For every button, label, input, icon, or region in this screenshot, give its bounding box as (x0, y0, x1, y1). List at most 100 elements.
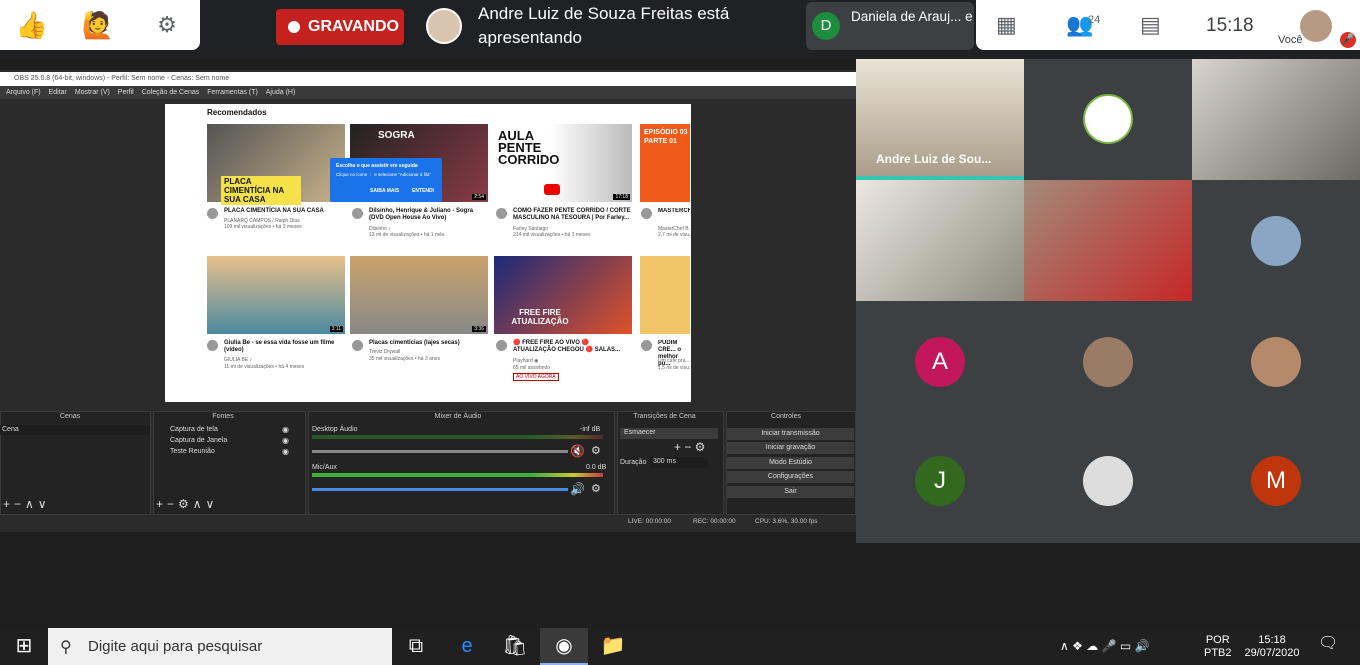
mute-icon[interactable]: 🔇 (570, 444, 585, 458)
tooltip-text: Clique no ícone ⋮ e selecione "Adicionar… (336, 172, 431, 177)
start-recording-button[interactable]: Iniciar gravação (727, 442, 854, 454)
participant-tile[interactable]: Andre Luiz de Sou... (856, 59, 1024, 180)
video-thumbnail[interactable]: EPISÓDIO 03 PARTE 01 (640, 124, 690, 202)
chrome-icon[interactable]: ◉ (540, 628, 588, 665)
volume-slider[interactable] (312, 488, 568, 491)
search-input[interactable]: Digite aqui para pesquisar (48, 628, 392, 665)
source-item[interactable]: Teste Reunião (170, 447, 215, 457)
thumbnail-text: FREE FIRE ATUALIZAÇÃO (511, 308, 569, 326)
avatar (352, 340, 363, 351)
others-text: Daniela de Arauj... e mais 9 (851, 9, 973, 24)
video-title[interactable]: Placas cimentícias (lajes secas) (369, 340, 487, 347)
duration-badge: 3:36 (472, 326, 486, 332)
video-thumbnail[interactable]: FREE FIRE ATUALIZAÇÃO (494, 256, 632, 334)
video-meta: 11 mi de visualizações • há 4 meses (224, 364, 305, 370)
audio-channel-label: Mic/Aux (312, 464, 337, 471)
keyboard-layout: PTB2 (1204, 647, 1232, 659)
video-title[interactable]: Dilsinho, Henrique & Juliano - Sogra (DV… (369, 208, 487, 222)
language-indicator[interactable]: POR PTB2 (1204, 634, 1232, 660)
tray-icons[interactable]: ∧ ❖ ☁ 🎤 ▭ 🔊 (1060, 640, 1149, 653)
video-title[interactable]: PLACA CIMENTÍCIA NA SUA CASA (224, 208, 342, 215)
avatar: J (915, 456, 965, 506)
thumbs-up-icon[interactable]: 👍 (12, 0, 52, 50)
video-channel: Treviz Drywall (369, 349, 401, 355)
menu-item[interactable]: Coleção de Cenas (142, 89, 200, 96)
audio-level: -inf dB (580, 426, 601, 433)
video-thumbnail[interactable]: 3:36 (350, 256, 488, 334)
video-title[interactable]: COMO FAZER PENTE CORRIDO / CORTE MASCULI… (513, 208, 631, 222)
exit-button[interactable]: Sair (727, 486, 854, 498)
participant-tile[interactable] (1024, 59, 1192, 180)
transition-select[interactable]: Esmaecer (620, 428, 718, 439)
menu-item[interactable]: Editar (49, 89, 67, 96)
scene-toolbar[interactable]: +−∧∨ (3, 497, 51, 511)
participant-tile[interactable]: A (856, 301, 1024, 422)
video-title[interactable]: MASTERCHEF... PARTE 3 | E... (658, 208, 690, 215)
edge-icon[interactable]: e (443, 628, 491, 665)
raise-hand-icon[interactable]: 🙋 (78, 0, 118, 50)
got-it-button[interactable]: ENTENDI (412, 188, 434, 194)
gear-icon[interactable]: ⚙ (147, 0, 187, 50)
learn-more-button[interactable]: SAIBA MAIS (370, 188, 399, 194)
avatar: D (812, 12, 840, 40)
video-thumbnail[interactable]: PLACA CIMENTÍCIA NA SUA CASA (207, 124, 345, 205)
volume-slider[interactable] (312, 450, 568, 453)
source-item[interactable]: Captura de Janela (170, 436, 227, 446)
dock-title: Mixer de Áudio (434, 413, 482, 420)
video-thumbnail[interactable] (640, 256, 690, 334)
menu-item[interactable]: Ajuda (H) (266, 89, 296, 96)
youtube-play-icon (544, 184, 560, 195)
menu-item[interactable]: Mostrar (V) (75, 89, 110, 96)
eye-icon[interactable]: ◉ ◉ ◉ (282, 424, 289, 457)
taskbar-time: 15:18 (1258, 634, 1286, 646)
task-view-icon[interactable]: ⧉ (392, 628, 440, 665)
participant-tile[interactable] (1192, 59, 1360, 180)
video-title[interactable]: Giulia Be - se essa vida fosse um filme … (224, 340, 342, 354)
file-explorer-icon[interactable]: 📁 (589, 628, 637, 665)
avatar[interactable] (1300, 10, 1332, 42)
studio-mode-button[interactable]: Modo Estúdio (727, 457, 854, 469)
participant-tile[interactable] (1192, 301, 1360, 422)
menu-item[interactable]: Ferramentas (T) (207, 89, 258, 96)
source-toolbar[interactable]: +−⚙∧∨ (156, 497, 218, 511)
duration-input[interactable]: 300 ms (650, 457, 708, 468)
avatar (207, 340, 218, 351)
gear-icon[interactable]: ⚙ (591, 444, 601, 457)
taskbar-clock[interactable]: 15:18 29/07/2020 (1242, 634, 1302, 660)
gear-icon[interactable]: ⚙ (591, 482, 601, 495)
start-streaming-button[interactable]: Iniciar transmissão (727, 428, 854, 440)
scene-item[interactable]: Cena (0, 425, 150, 435)
speaker-icon[interactable]: 🔊 (570, 482, 585, 496)
video-title[interactable]: 🔴 FREE FIRE AO VIVO 🔴 ATUALIZAÇÃO CHEGOU… (513, 340, 631, 354)
participants-count: 24 (1088, 14, 1101, 26)
source-item[interactable]: Captura de tela (170, 425, 218, 435)
participant-tile[interactable]: M (1192, 422, 1360, 543)
windows-start-icon[interactable]: ⊞ (0, 628, 48, 665)
video-meta: 214 mil visualizações • há 3 meses (513, 232, 591, 238)
participant-tile[interactable] (856, 180, 1024, 301)
video-meta: 109 mil visualizações • há 3 meses (224, 224, 302, 230)
participant-tile[interactable]: J (856, 422, 1024, 543)
audio-meter (312, 435, 603, 439)
participant-tile[interactable] (1192, 180, 1360, 301)
dock-title: Controles (771, 413, 801, 420)
recording-badge: GRAVANDO (276, 9, 404, 45)
store-icon[interactable]: 🛍 (491, 628, 539, 665)
video-thumbnail[interactable]: AULA PENTE CORRIDO 17:18 (494, 124, 632, 202)
participant-name: Andre Luiz de Sou... (876, 152, 992, 166)
cpu-status: CPU: 3.6%, 30.00 fps (755, 518, 818, 525)
participant-tile[interactable] (1024, 301, 1192, 422)
transition-toolbar[interactable]: + − ⚙ (674, 440, 705, 454)
participant-tile[interactable] (1024, 422, 1192, 543)
dock-title: Transições de Cena (633, 413, 696, 420)
notification-icon[interactable]: 🗨 (1318, 636, 1338, 652)
participant-tile[interactable] (1024, 180, 1192, 301)
grid-off-icon[interactable]: ▦ (996, 0, 1017, 50)
menu-item[interactable]: Arquivo (F) (6, 89, 41, 96)
chat-icon[interactable]: ▤ (1140, 0, 1161, 50)
settings-button[interactable]: Configurações (727, 471, 854, 483)
video-thumbnail[interactable]: 3:11 (207, 256, 345, 334)
menu-item[interactable]: Perfil (118, 89, 134, 96)
avatar (1251, 216, 1301, 266)
video-meta: 65 mil assistindo (513, 365, 550, 371)
